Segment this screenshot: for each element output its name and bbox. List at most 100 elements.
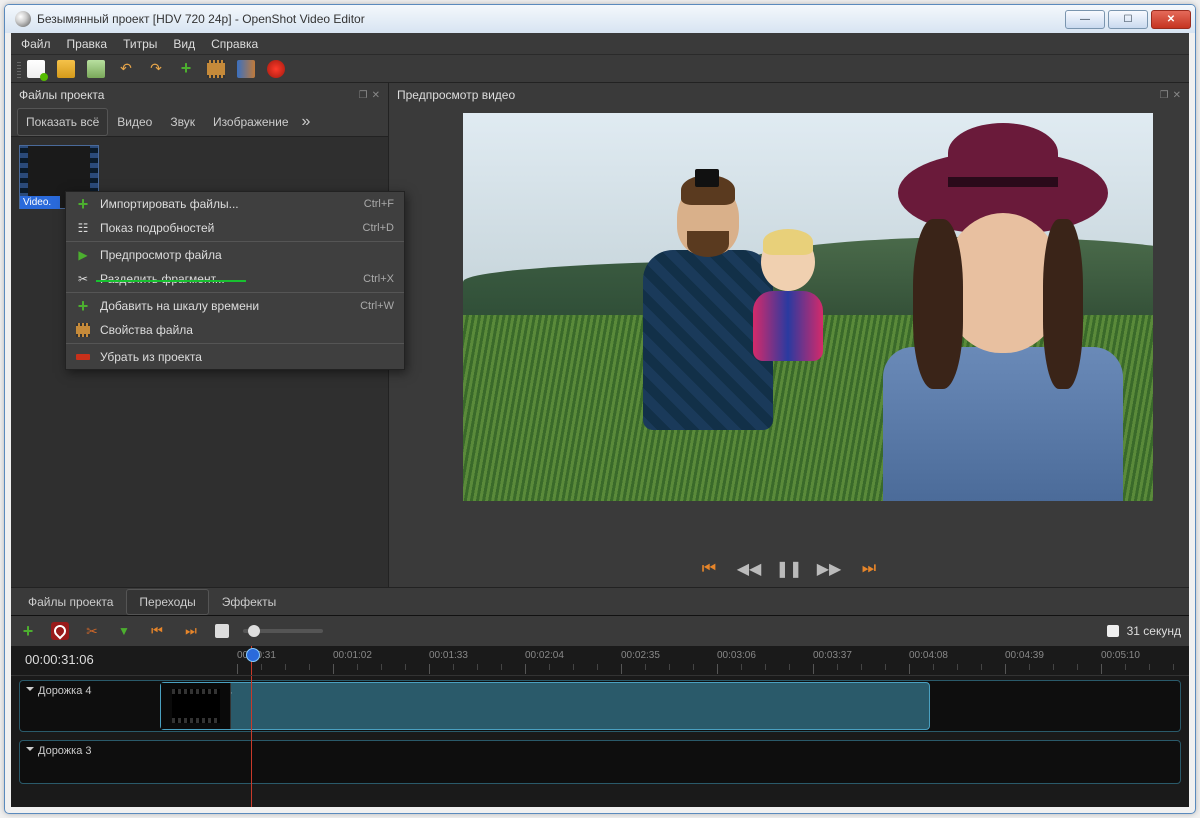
track-4[interactable]: Дорожка 4 Video.mp4 (19, 680, 1181, 732)
zoom-slider[interactable] (243, 629, 323, 633)
zoom-indicator-icon (1107, 625, 1119, 637)
panel-undock-icon[interactable]: ❐ (359, 90, 368, 101)
menu-file[interactable]: Файл (13, 34, 59, 54)
ruler-tick: 00:04:08 (909, 650, 948, 661)
ruler-tick: 00:03:37 (813, 650, 852, 661)
menu-add-to-timeline[interactable]: + Добавить на шкалу времени Ctrl+W (66, 294, 404, 318)
app-icon (15, 11, 31, 27)
tab-transitions[interactable]: Переходы (126, 589, 208, 615)
menu-show-details[interactable]: ☷ Показ подробностей Ctrl+D (66, 216, 404, 240)
forward-button[interactable]: ▶▶ (819, 559, 839, 579)
close-button[interactable]: ✕ (1151, 10, 1191, 29)
zoom-readout: 31 секунд (1107, 624, 1181, 638)
menu-preview-file[interactable]: ▶ Предпросмотр файла (66, 243, 404, 267)
menu-import-files[interactable]: + Импортировать файлы... Ctrl+F (66, 192, 404, 216)
export-button[interactable] (267, 60, 285, 78)
minimize-button[interactable]: — (1065, 10, 1105, 29)
new-project-button[interactable] (27, 60, 45, 78)
timeline-ruler[interactable]: 00:00:31:06 00:00:3100:01:0200:01:3300:0… (11, 646, 1189, 676)
ruler-tick: 00:01:33 (429, 650, 468, 661)
titlebar[interactable]: Безымянный проект [HDV 720 24p] - OpenSh… (5, 5, 1195, 33)
clip-thumbnail (161, 683, 231, 729)
filter-sound[interactable]: Звук (161, 108, 204, 136)
video-frame[interactable] (463, 113, 1153, 501)
filter-show-all[interactable]: Показать всё (17, 108, 108, 136)
toolbar-grip (17, 60, 21, 78)
menu-titles[interactable]: Титры (115, 34, 165, 54)
track-3-label: Дорожка 3 (26, 745, 92, 757)
menu-view[interactable]: Вид (165, 34, 203, 54)
plus-icon: + (76, 299, 90, 313)
tab-project-files[interactable]: Файлы проекта (15, 589, 126, 615)
scissors-icon: ✂ (76, 272, 90, 286)
preview-header: Предпросмотр видео ❐ ✕ (389, 83, 1189, 107)
app-window: Безымянный проект [HDV 720 24p] - OpenSh… (4, 4, 1196, 814)
track-4-label: Дорожка 4 (26, 685, 92, 697)
filter-image[interactable]: Изображение (204, 108, 298, 136)
razor-tool-button[interactable]: ✂ (83, 622, 101, 640)
project-files-title: Файлы проекта (19, 88, 104, 102)
timeline-tracks[interactable]: Дорожка 4 Video.mp4 Дорожка 3 (11, 676, 1189, 807)
play-icon: ▶ (76, 248, 90, 262)
filter-tabs: Показать всё Видео Звук Изображение » (11, 107, 388, 137)
add-marker-button[interactable]: ▼ (115, 622, 133, 640)
preview-panel: Предпросмотр видео ❐ ✕ ⏮ ◀◀ ❚❚ ▶▶ (389, 83, 1189, 587)
ruler-tick: 00:02:04 (525, 650, 564, 661)
preview-close-icon[interactable]: ✕ (1173, 90, 1181, 101)
pause-button[interactable]: ❚❚ (779, 559, 799, 579)
filter-more-icon[interactable]: » (302, 113, 311, 131)
timeline-toolbar: + ✂ ▼ ⏮ ⏭ 31 секунд (11, 616, 1189, 646)
undo-button[interactable]: ↶ (117, 60, 135, 78)
menu-remove-from-project[interactable]: Убрать из проекта (66, 345, 404, 369)
current-time-label: 00:00:31:06 (25, 652, 94, 667)
track-3[interactable]: Дорожка 3 (19, 740, 1181, 784)
clip-video[interactable]: Video.mp4 (160, 682, 930, 730)
import-files-button[interactable]: + (177, 60, 195, 78)
transitions-button[interactable] (237, 60, 255, 78)
project-file-label: Video. (20, 196, 60, 209)
prev-marker-button[interactable]: ⏮ (147, 621, 167, 641)
menu-split-fragment[interactable]: ✂ Разделить фрагмент... Ctrl+X (66, 267, 404, 291)
playhead-line[interactable] (251, 676, 252, 807)
playhead[interactable] (251, 646, 252, 675)
menubar: Файл Правка Титры Вид Справка (11, 33, 1189, 55)
files-button[interactable] (207, 60, 225, 78)
zoom-label: 31 секунд (1127, 624, 1181, 638)
ruler-tick: 00:04:39 (1005, 650, 1044, 661)
redo-button[interactable]: ↷ (147, 60, 165, 78)
jump-end-button[interactable]: ⏭ (859, 559, 879, 579)
project-files-header: Файлы проекта ❐ ✕ (11, 83, 388, 107)
rewind-button[interactable]: ◀◀ (739, 559, 759, 579)
details-icon: ☷ (76, 221, 90, 235)
open-project-button[interactable] (57, 60, 75, 78)
tab-effects[interactable]: Эффекты (209, 589, 290, 615)
ruler-tick: 00:01:02 (333, 650, 372, 661)
preview-title: Предпросмотр видео (397, 88, 515, 102)
panel-close-icon[interactable]: ✕ (372, 90, 380, 101)
window-controls: — ☐ ✕ (1062, 10, 1191, 29)
bottom-tabs: Файлы проекта Переходы Эффекты (11, 587, 1189, 615)
center-playhead-button[interactable] (215, 624, 229, 638)
add-track-button[interactable]: + (19, 622, 37, 640)
minus-icon (76, 354, 90, 360)
menu-file-properties[interactable]: Свойства файла (66, 318, 404, 342)
film-icon (76, 323, 90, 337)
main-toolbar: ↶ ↷ + (11, 55, 1189, 83)
playback-controls: ⏮ ◀◀ ❚❚ ▶▶ ⏭ (389, 551, 1189, 587)
context-menu: + Импортировать файлы... Ctrl+F ☷ Показ … (65, 191, 405, 370)
preview-undock-icon[interactable]: ❐ (1160, 90, 1169, 101)
app-body: Файл Правка Титры Вид Справка ↶ ↷ + Файл… (11, 33, 1189, 807)
ruler-tick: 00:02:35 (621, 650, 660, 661)
next-marker-button[interactable]: ⏭ (181, 621, 201, 641)
ruler-tick: 00:03:06 (717, 650, 756, 661)
plus-icon: + (76, 197, 90, 211)
menu-edit[interactable]: Правка (59, 34, 116, 54)
save-project-button[interactable] (87, 60, 105, 78)
filter-video[interactable]: Видео (108, 108, 161, 136)
maximize-button[interactable]: ☐ (1108, 10, 1148, 29)
timeline-panel: + ✂ ▼ ⏮ ⏭ 31 секунд 00:00:31:06 00:00:31… (11, 615, 1189, 807)
ruler-tick: 00:05:10 (1101, 650, 1140, 661)
jump-start-button[interactable]: ⏮ (699, 559, 719, 579)
menu-help[interactable]: Справка (203, 34, 266, 54)
snap-button[interactable] (51, 622, 69, 640)
